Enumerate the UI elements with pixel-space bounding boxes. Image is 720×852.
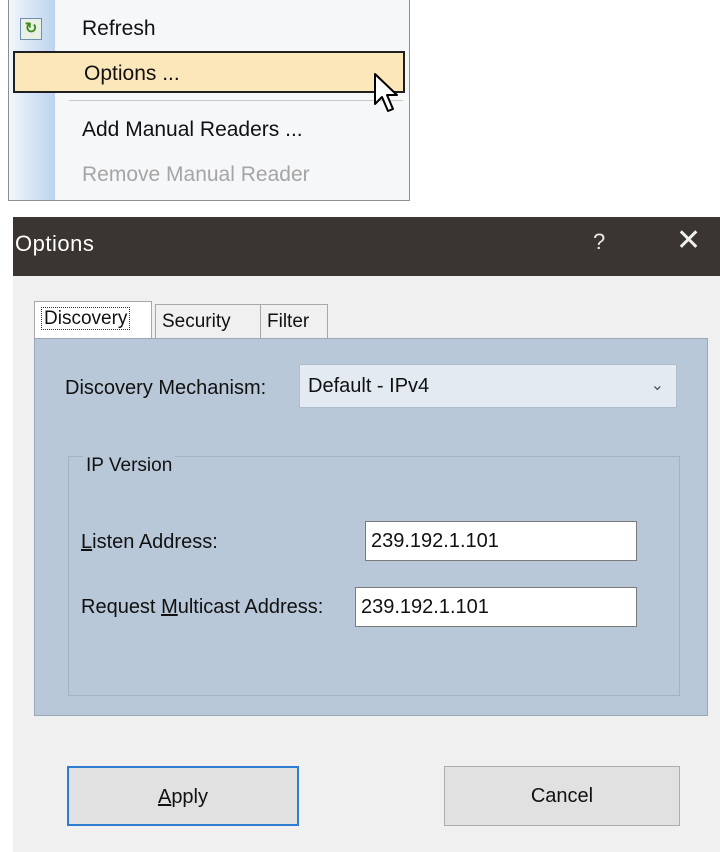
discovery-tab-panel: Discovery Mechanism: Default - IPv4 ⌄ IP… xyxy=(34,338,708,716)
apply-button[interactable]: Apply xyxy=(67,766,299,826)
request-multicast-address-label: Request Multicast Address: xyxy=(81,596,323,619)
button-label: pply xyxy=(171,786,209,808)
listen-address-field[interactable]: 239.192.1.101 xyxy=(365,521,637,561)
tab-discovery[interactable]: Discovery xyxy=(34,301,152,339)
menu-item-add-manual-readers[interactable]: Add Manual Readers ... xyxy=(9,111,409,149)
accelerator-key: L xyxy=(81,531,93,553)
discovery-mechanism-select[interactable]: Default - IPv4 ⌄ xyxy=(299,364,677,408)
label-text: isten Address: xyxy=(92,531,218,553)
chevron-down-icon: ⌄ xyxy=(650,377,664,394)
ip-version-group-title: IP Version xyxy=(83,455,176,477)
listen-address-label: Listen Address: xyxy=(81,531,218,554)
discovery-mechanism-value: Default - IPv4 xyxy=(308,375,430,397)
title-bar[interactable]: Options ? ✕ xyxy=(13,217,720,276)
ip-version-group: IP Version Listen Address: 239.192.1.101… xyxy=(68,455,680,696)
context-menu: ↻ Refresh Options ... Add Manual Readers… xyxy=(8,0,410,201)
menu-separator xyxy=(69,100,403,101)
menu-item-options[interactable]: Options ... xyxy=(13,51,405,93)
accelerator-key: M xyxy=(161,596,178,618)
cancel-button[interactable]: Cancel xyxy=(444,766,680,826)
label-text: ulticast Address: xyxy=(177,596,324,618)
mouse-cursor-icon xyxy=(374,73,398,112)
menu-item-label: Remove Manual Reader xyxy=(82,163,310,186)
request-multicast-address-field[interactable]: 239.192.1.101 xyxy=(355,587,637,627)
tab-label: Discovery xyxy=(41,307,131,330)
tab-label: Filter xyxy=(267,311,310,332)
help-button[interactable]: ? xyxy=(593,229,605,255)
label-text: Request xyxy=(81,596,162,618)
tab-filter[interactable]: Filter xyxy=(260,304,328,338)
menu-item-label: Refresh xyxy=(82,17,156,40)
menu-item-refresh[interactable]: ↻ Refresh xyxy=(9,10,409,48)
menu-item-label: Options ... xyxy=(84,62,180,85)
tab-security[interactable]: Security xyxy=(155,304,261,338)
menu-item-label: Add Manual Readers ... xyxy=(82,118,303,141)
menu-item-remove-manual-reader: Remove Manual Reader xyxy=(9,156,409,194)
tab-label: Security xyxy=(162,311,231,332)
close-button[interactable]: ✕ xyxy=(676,223,701,258)
accelerator-key: A xyxy=(157,786,172,808)
dialog-title: Options xyxy=(15,231,95,256)
options-dialog: Options ? ✕ Discovery Security Filter Di… xyxy=(13,217,720,852)
refresh-icon: ↻ xyxy=(20,18,42,40)
discovery-mechanism-label: Discovery Mechanism: xyxy=(65,377,267,399)
